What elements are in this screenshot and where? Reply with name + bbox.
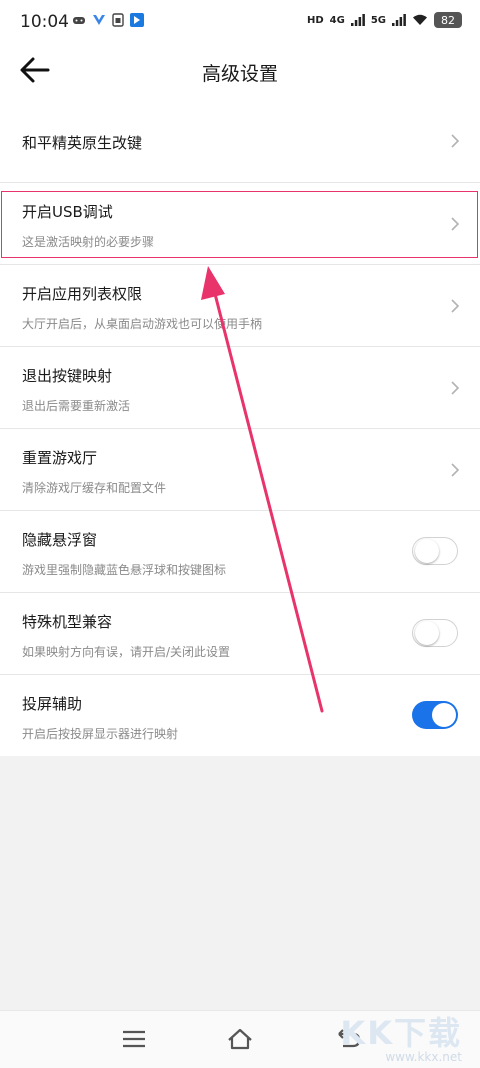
battery-level: 82 — [434, 12, 462, 28]
v-logo-icon — [93, 15, 105, 25]
watermark-title: KK下载 — [340, 1014, 462, 1052]
setting-item-screen-cast-assist: 投屏辅助 开启后按投屏显示器进行映射 — [0, 675, 480, 756]
signal-bars-icon — [392, 14, 406, 26]
page-header: 高级设置 — [0, 44, 480, 100]
page-title: 高级设置 — [201, 63, 278, 85]
setting-subtitle: 清除游戏厅缓存和配置文件 — [22, 481, 167, 495]
wifi-icon — [413, 14, 427, 25]
setting-subtitle: 开启后按投屏显示器进行映射 — [22, 727, 179, 741]
setting-title: 开启USB调试 — [22, 203, 113, 221]
chevron-right-icon — [451, 462, 460, 477]
system-icons: HD 4G 5G 82 — [307, 12, 462, 28]
sim-card-icon — [112, 13, 124, 27]
setting-subtitle: 大厅开启后，从桌面启动游戏也可以使用手柄 — [22, 317, 263, 331]
home-button[interactable] — [225, 1025, 255, 1053]
setting-subtitle: 退出后需要重新激活 — [22, 399, 131, 413]
status-bar: 10:04 HD 4G 5G 82 — [0, 0, 480, 44]
hd-indicator: HD — [306, 14, 324, 26]
setting-item-special-device-compat: 特殊机型兼容 如果映射方向有误，请开启/关闭此设置 — [0, 593, 480, 675]
toggle-knob — [415, 539, 439, 563]
setting-title: 特殊机型兼容 — [22, 613, 113, 631]
setting-item-exit-keymap[interactable]: 退出按键映射 退出后需要重新激活 — [0, 347, 480, 429]
game-controller-icon — [73, 17, 85, 24]
setting-title: 隐藏悬浮窗 — [22, 531, 98, 549]
setting-subtitle: 这是激活映射的必要步骤 — [22, 235, 155, 249]
setting-item-reset-game-hall[interactable]: 重置游戏厅 清除游戏厅缓存和配置文件 — [0, 429, 480, 511]
setting-item-native-keymap[interactable]: 和平精英原生改键 — [0, 100, 480, 183]
toggle-knob — [415, 621, 439, 645]
status-time: 10:04 — [20, 12, 69, 32]
settings-list: 和平精英原生改键 开启USB调试 这是激活映射的必要步骤 开启应用列表权限 大厅… — [0, 100, 480, 756]
setting-subtitle: 游戏里强制隐藏蓝色悬浮球和按键图标 — [22, 563, 227, 577]
setting-item-app-list-permission[interactable]: 开启应用列表权限 大厅开启后，从桌面启动游戏也可以使用手柄 — [0, 265, 480, 347]
notification-icons — [72, 13, 144, 27]
setting-subtitle: 如果映射方向有误，请开启/关闭此设置 — [22, 645, 231, 659]
setting-title: 和平精英原生改键 — [22, 134, 143, 152]
hide-floating-window-toggle[interactable] — [412, 537, 458, 565]
home-icon — [228, 1028, 252, 1050]
network-5g-label: 5G — [370, 14, 386, 26]
setting-title: 开启应用列表权限 — [22, 285, 143, 303]
special-device-compat-toggle[interactable] — [412, 619, 458, 647]
setting-title: 投屏辅助 — [22, 695, 83, 713]
toggle-knob — [432, 703, 456, 727]
chevron-right-icon — [451, 298, 460, 313]
screen-cast-assist-toggle[interactable] — [412, 701, 458, 729]
network-4g-label: 4G — [329, 14, 345, 26]
menu-button[interactable] — [119, 1025, 149, 1053]
setting-item-usb-debugging[interactable]: 开启USB调试 这是激活映射的必要步骤 — [0, 183, 480, 265]
watermark: KK下载 www.kkx.net — [340, 1008, 462, 1064]
app-notification-icon — [130, 13, 144, 27]
signal-bars-icon — [350, 14, 365, 26]
chevron-right-icon — [451, 134, 460, 148]
chevron-right-icon — [451, 216, 460, 231]
setting-item-hide-floating-window: 隐藏悬浮窗 游戏里强制隐藏蓝色悬浮球和按键图标 — [0, 511, 480, 593]
setting-title: 重置游戏厅 — [22, 449, 98, 467]
setting-title: 退出按键映射 — [22, 367, 113, 385]
menu-icon — [123, 1030, 145, 1048]
chevron-right-icon — [451, 380, 460, 395]
